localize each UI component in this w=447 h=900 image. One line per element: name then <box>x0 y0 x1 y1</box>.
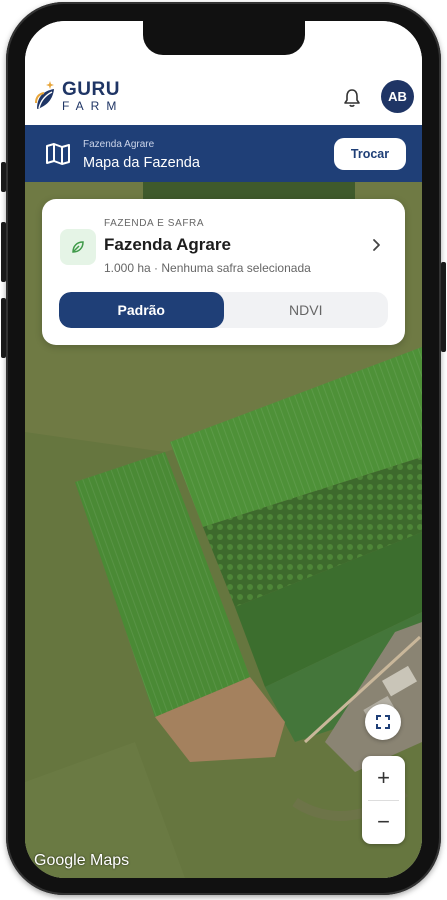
logo-leaf-icon <box>35 81 54 109</box>
switch-farm-button[interactable]: Trocar <box>334 138 406 170</box>
bell-icon[interactable] <box>341 87 363 109</box>
map-icon <box>46 143 70 165</box>
logo-text-farm: FARM <box>62 99 124 113</box>
side-button-silent <box>1 162 6 192</box>
zoom-out-button[interactable]: − <box>362 800 405 844</box>
farm-subtitle: Fazenda Agrare <box>83 139 155 150</box>
side-button-volume-up <box>1 222 6 282</box>
side-button-volume-down <box>1 298 6 358</box>
zoom-controls: + − <box>362 756 405 844</box>
app-logo: GURU FARM <box>34 79 123 113</box>
map-mode-toggle: Padrão NDVI <box>59 292 388 328</box>
logo-text-guru: GURU <box>62 79 120 100</box>
notch <box>143 21 305 55</box>
side-button-power <box>441 262 446 352</box>
leaf-icon <box>72 241 84 253</box>
fullscreen-button[interactable] <box>365 704 401 740</box>
farm-name: Fazenda Agrare <box>104 235 231 254</box>
tab-padrao[interactable]: Padrão <box>59 292 224 328</box>
chevron-right-icon[interactable] <box>370 238 382 252</box>
leaf-icon-box <box>60 229 96 265</box>
google-maps-attribution: Google Maps <box>34 852 130 869</box>
farm-header-bar: Fazenda Agrare Mapa da Fazenda Trocar <box>25 125 422 182</box>
avatar[interactable]: AB <box>381 80 414 113</box>
farm-crop-card[interactable]: FAZENDA E SAFRA Fazenda Agrare 1.000 ha … <box>42 199 405 345</box>
phone-screen: GURU FARM AB Fazenda Agrare Mapa da Faze… <box>25 21 422 878</box>
fullscreen-icon <box>376 715 390 729</box>
farm-title: Mapa da Fazenda <box>83 155 200 171</box>
zoom-in-button[interactable]: + <box>362 756 405 800</box>
card-section-label: FAZENDA E SAFRA <box>104 218 205 229</box>
farm-meta: 1.000 ha · Nenhuma safra selecionada <box>104 261 311 275</box>
tab-ndvi[interactable]: NDVI <box>224 292 389 328</box>
